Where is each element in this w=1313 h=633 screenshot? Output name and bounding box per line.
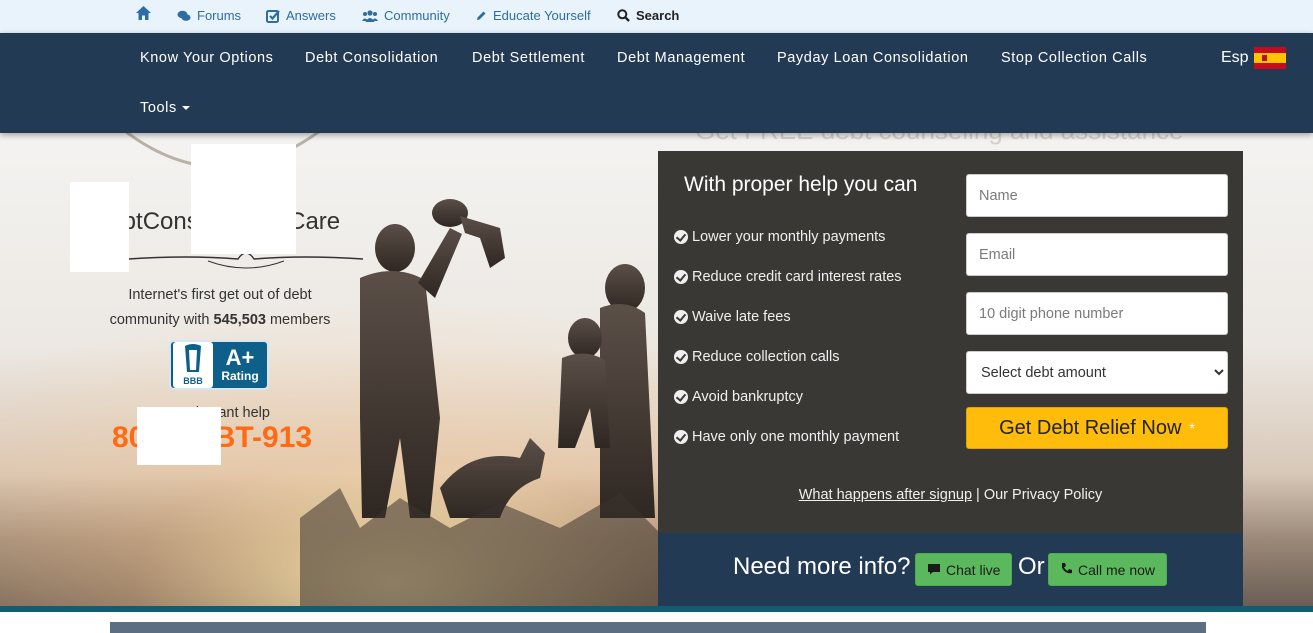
cta-star: * bbox=[1189, 420, 1195, 436]
community-link[interactable]: Community bbox=[362, 8, 450, 23]
check-circle-icon bbox=[674, 230, 688, 244]
member-count: 545,503 bbox=[213, 312, 266, 328]
form-links: What happens after signup | Our Privacy … bbox=[658, 487, 1243, 503]
redaction-block bbox=[70, 182, 129, 272]
forums-link[interactable]: Forums bbox=[177, 8, 241, 23]
bbb-rating-badge[interactable]: BBB A+ Rating bbox=[169, 340, 269, 390]
nav-payday-loan-consolidation[interactable]: Payday Loan Consolidation bbox=[777, 50, 969, 66]
benefit-item: Reduce credit card interest rates bbox=[674, 269, 902, 285]
language-label: Esp bbox=[1221, 49, 1249, 66]
search-label: Search bbox=[636, 8, 680, 23]
benefit-item: Waive late fees bbox=[674, 309, 791, 325]
benefit-text: Have only one monthly payment bbox=[692, 429, 900, 445]
educate-yourself-link[interactable]: Educate Yourself bbox=[475, 8, 591, 23]
tagline-suffix: members bbox=[265, 312, 331, 328]
call-me-now-label: Call me now bbox=[1078, 561, 1156, 578]
nav-debt-management[interactable]: Debt Management bbox=[617, 50, 745, 66]
answers-link[interactable]: Answers bbox=[266, 8, 336, 23]
bbb-logo-text: BBB bbox=[183, 376, 203, 386]
hero-faded-heading: Get FREE debt counseling and assistance bbox=[695, 133, 1184, 146]
tagline-prefix: community with bbox=[109, 312, 214, 328]
nav-stop-collection-calls[interactable]: Stop Collection Calls bbox=[1001, 50, 1147, 66]
bbb-rating-text: Rating bbox=[221, 369, 259, 383]
hero-bottom-border bbox=[0, 606, 1313, 612]
benefit-text: Avoid bankruptcy bbox=[692, 389, 803, 405]
tools-label: Tools bbox=[140, 100, 177, 116]
need-more-info-bar: Need more info? Chat live Or Call me now bbox=[658, 533, 1243, 606]
check-circle-icon bbox=[674, 270, 688, 284]
bbb-grade: A+ bbox=[225, 345, 255, 370]
benefit-item: Avoid bankruptcy bbox=[674, 389, 803, 405]
home-icon bbox=[135, 5, 152, 21]
check-circle-icon bbox=[674, 430, 688, 444]
main-navigation: Know Your Options Debt Consolidation Deb… bbox=[0, 33, 1313, 133]
nav-tools-dropdown[interactable]: Tools bbox=[140, 100, 190, 116]
chat-live-label: Chat live bbox=[946, 561, 1001, 578]
check-circle-icon bbox=[674, 390, 688, 404]
chat-icon bbox=[927, 562, 941, 578]
spain-flag-icon bbox=[1253, 47, 1286, 69]
benefit-item: Lower your monthly payments bbox=[674, 229, 885, 245]
form-title: With proper help you can bbox=[684, 173, 918, 196]
need-more-info-text: Need more info? bbox=[733, 553, 911, 580]
benefit-text: Reduce collection calls bbox=[692, 349, 840, 365]
community-label: Community bbox=[384, 8, 450, 23]
top-utility-bar: Forums Answers Community Educate Yoursel… bbox=[0, 0, 1313, 33]
or-label: Or bbox=[1018, 553, 1045, 580]
home-link[interactable] bbox=[135, 5, 152, 21]
privacy-policy-link[interactable]: Our Privacy Policy bbox=[984, 487, 1102, 503]
benefit-item: Have only one monthly payment bbox=[674, 429, 899, 445]
search-icon bbox=[617, 9, 630, 22]
search-link[interactable]: Search bbox=[617, 8, 679, 23]
after-signup-link[interactable]: What happens after signup bbox=[799, 487, 972, 503]
benefit-text: Reduce credit card interest rates bbox=[692, 269, 902, 285]
nav-know-your-options[interactable]: Know Your Options bbox=[140, 50, 274, 66]
phone-icon bbox=[1060, 562, 1073, 578]
tagline-line-2: community with 545,503 members bbox=[80, 308, 360, 333]
check-circle-icon bbox=[674, 350, 688, 364]
content-strip bbox=[110, 622, 1206, 633]
check-square-icon bbox=[266, 9, 280, 23]
link-separator: | bbox=[972, 487, 984, 503]
redaction-block bbox=[191, 144, 296, 254]
chat-live-button[interactable]: Chat live bbox=[915, 553, 1013, 586]
nav-debt-settlement[interactable]: Debt Settlement bbox=[472, 50, 585, 66]
check-circle-icon bbox=[674, 310, 688, 324]
caret-down-icon bbox=[181, 106, 190, 111]
phone-field[interactable] bbox=[966, 292, 1228, 335]
nav-debt-consolidation[interactable]: Debt Consolidation bbox=[305, 50, 438, 66]
cta-label: Get Debt Relief Now bbox=[999, 416, 1182, 439]
name-field[interactable] bbox=[966, 174, 1228, 217]
hero-section: Get FREE debt counseling and assistance bbox=[0, 133, 1313, 606]
get-debt-relief-button[interactable]: Get Debt Relief Now * bbox=[966, 407, 1228, 449]
benefit-text: Waive late fees bbox=[692, 309, 791, 325]
debt-amount-select[interactable]: Select debt amount bbox=[966, 351, 1228, 394]
tagline-line-1: Internet's first get out of debt bbox=[128, 287, 312, 303]
call-me-now-button[interactable]: Call me now bbox=[1048, 553, 1168, 586]
forums-label: Forums bbox=[197, 8, 242, 23]
lead-form-panel: With proper help you can Lower your mont… bbox=[658, 151, 1243, 533]
benefit-item: Reduce collection calls bbox=[674, 349, 840, 365]
pencil-icon bbox=[475, 10, 487, 22]
redaction-block bbox=[137, 407, 221, 465]
benefit-text: Lower your monthly payments bbox=[692, 229, 886, 245]
bbb-torch-icon: BBB bbox=[173, 342, 213, 388]
language-switcher[interactable]: Esp bbox=[1221, 47, 1286, 69]
bbb-rating: A+ Rating bbox=[213, 345, 267, 384]
answers-label: Answers bbox=[286, 8, 336, 23]
community-tagline: Internet's first get out of debt communi… bbox=[80, 283, 360, 333]
educate-yourself-label: Educate Yourself bbox=[493, 8, 591, 23]
users-icon bbox=[362, 9, 378, 22]
comments-icon bbox=[177, 10, 191, 22]
email-field[interactable] bbox=[966, 233, 1228, 276]
